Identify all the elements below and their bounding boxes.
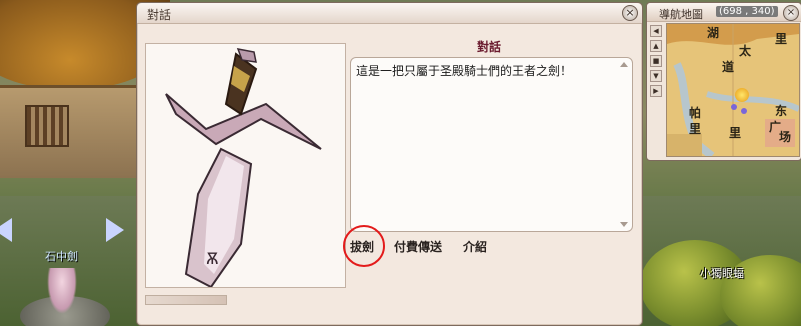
npc-title: 對話: [477, 40, 502, 54]
dialog-message: 這是一把只屬于圣殿騎士們的王者之劍！: [356, 64, 573, 78]
minimap-map[interactable]: 湖 太 里 道 东 广 场 帕 里 里: [666, 23, 800, 157]
minimap-btn-up-icon[interactable]: ▲: [650, 40, 662, 52]
highlight-circle: [343, 225, 385, 267]
dialog-resize-bar[interactable]: [145, 295, 227, 305]
minimap-btn-down-icon[interactable]: ▼: [650, 70, 662, 82]
dialog-message-box: 這是一把只屬于圣殿騎士們的王者之劍！: [350, 57, 633, 232]
svg-text:Ѫ: Ѫ: [206, 249, 219, 268]
minimap-side-buttons: ◀ ▲ ■ ▼ ▶: [650, 25, 662, 153]
minimap-title: 導航地圖: [659, 8, 703, 21]
player-character[interactable]: [47, 268, 77, 314]
minimap-npc-marker-icon: [731, 104, 737, 110]
sword-icon: Ѫ: [165, 48, 322, 287]
map-label: 湖: [707, 26, 720, 40]
minimap-titlebar[interactable]: 導航地圖 (698 , 340) ×: [647, 3, 801, 22]
hut-window: [25, 105, 69, 147]
scroll-up-icon[interactable]: [620, 62, 628, 67]
dialog-title: 對話: [147, 8, 172, 22]
map-label: 里: [729, 126, 742, 140]
map-label: 里: [689, 122, 702, 136]
minimap-player-marker-icon: [735, 88, 749, 102]
map-label: 东: [775, 104, 788, 118]
minimap-window: 導航地圖 (698 , 340) × ◀ ▲ ■ ▼ ▶ 湖 太 里 道 东 广…: [646, 2, 801, 161]
map-label: 场: [779, 130, 792, 144]
minimap-btn-left-icon[interactable]: ◀: [650, 25, 662, 37]
minimap-npc-marker-icon: [741, 108, 747, 114]
npc-dialog-window: 對話 × Ѫ 對話 這是一把只屬于圣殿騎士們的王者之劍！ 拔劍 付費傳送 介紹: [136, 2, 643, 326]
dialog-close-icon[interactable]: ×: [622, 5, 638, 21]
option-introduction[interactable]: 介紹: [463, 238, 487, 255]
minimap-btn-center-icon[interactable]: ■: [650, 55, 662, 67]
minimap-btn-right-icon[interactable]: ▶: [650, 85, 662, 97]
map-label: 帕: [689, 106, 702, 120]
monster-name: 小獨眼蝠: [700, 267, 744, 280]
hut-wall: [0, 85, 140, 178]
player-name: 石中劍: [45, 250, 78, 263]
move-left-arrow-icon[interactable]: [0, 218, 12, 242]
scroll-down-icon[interactable]: [620, 222, 628, 227]
map-label: 道: [722, 60, 735, 74]
option-paid-teleport[interactable]: 付費傳送: [394, 238, 442, 255]
npc-portrait: Ѫ: [145, 43, 346, 288]
minimap-coords: (698 , 340): [716, 6, 778, 17]
dialog-titlebar[interactable]: 對話 ×: [137, 3, 642, 24]
map-label: 太: [739, 44, 752, 58]
minimap-close-icon[interactable]: ×: [783, 5, 799, 21]
map-label: 里: [775, 32, 788, 46]
move-right-arrow-icon[interactable]: [106, 218, 124, 242]
